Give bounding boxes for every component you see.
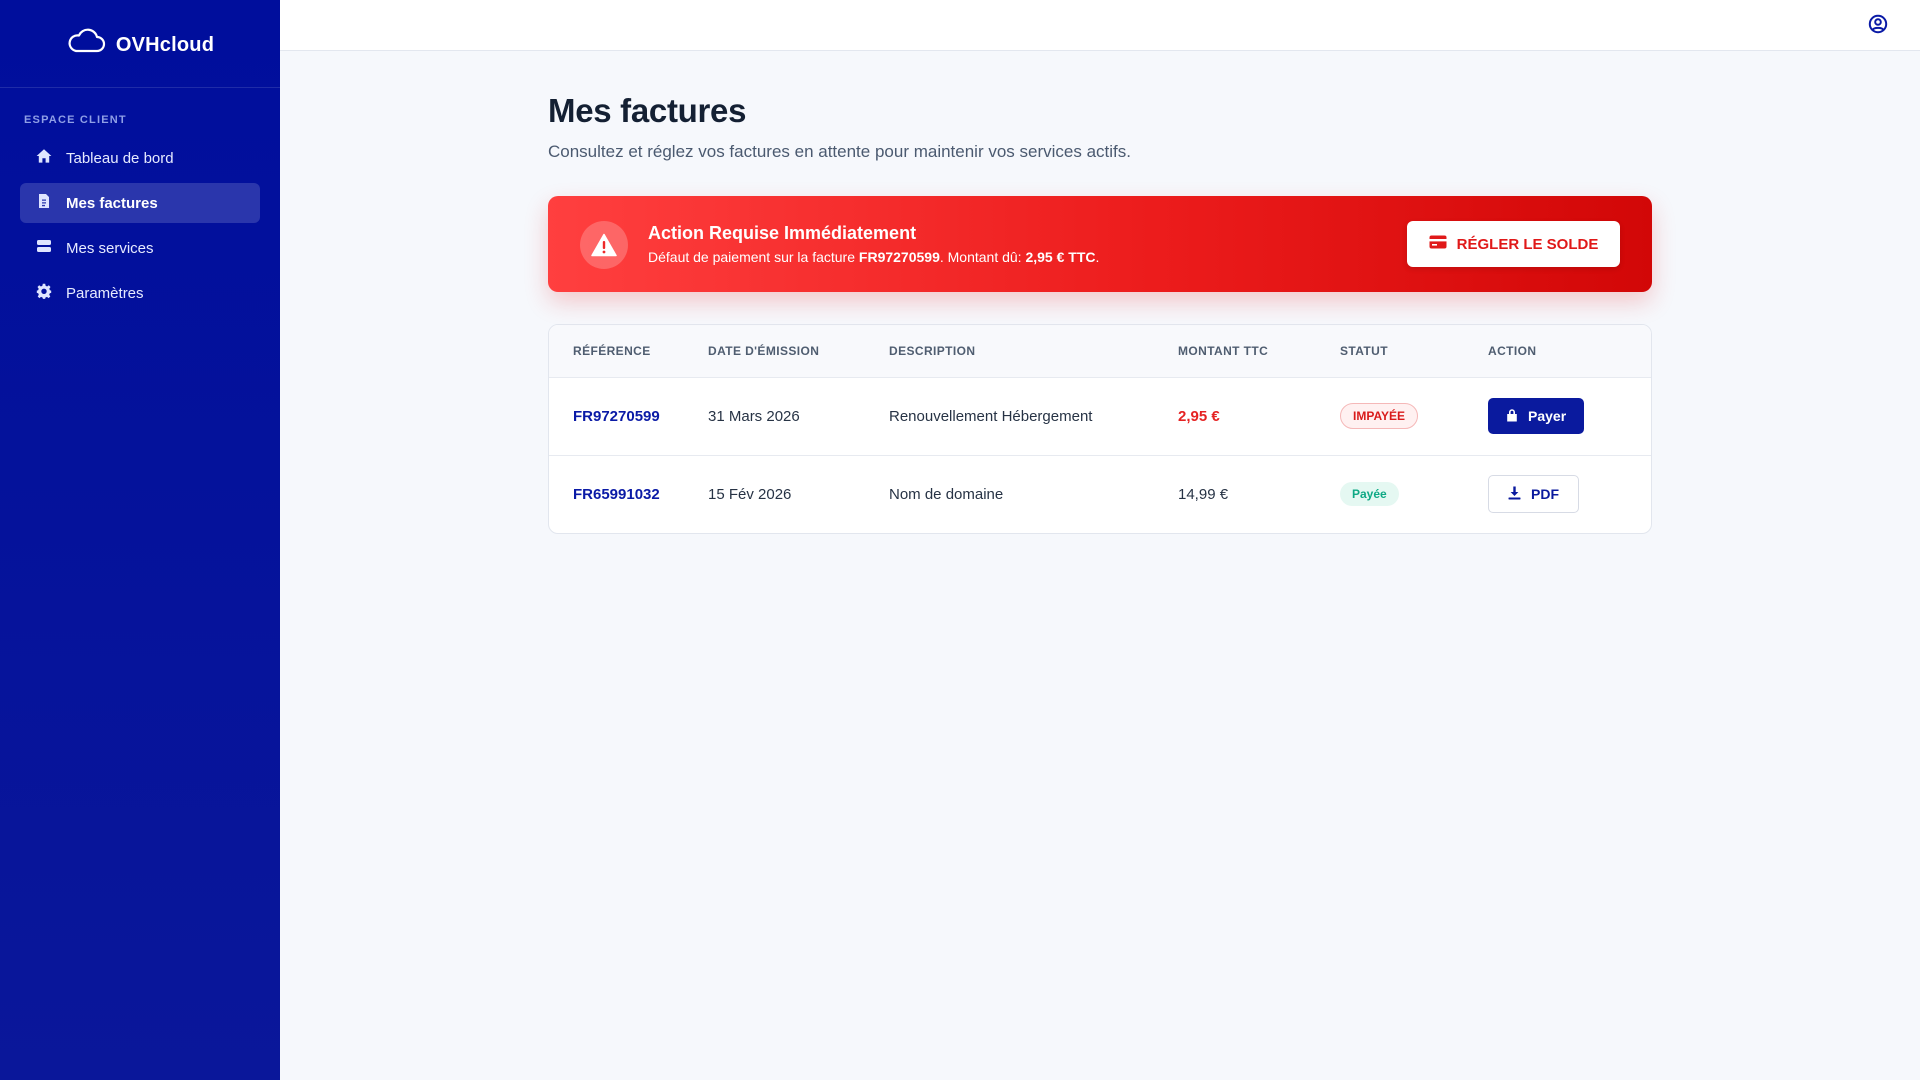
- cloud-icon: [66, 26, 106, 61]
- invoice-description: Renouvellement Hébergement: [889, 377, 1178, 456]
- alert-title: Action Requise Immédiatement: [648, 223, 917, 243]
- sidebar-item-services[interactable]: Mes services: [20, 228, 260, 268]
- download-icon: [1508, 486, 1521, 503]
- alert-amount: 2,95 € TTC: [1025, 249, 1096, 265]
- pay-button-label: Payer: [1528, 408, 1567, 424]
- sidebar-item-label: Tableau de bord: [66, 149, 174, 167]
- gear-icon: [36, 283, 52, 303]
- column-header-status: STATUT: [1340, 325, 1488, 378]
- page-title: Mes factures: [548, 92, 747, 129]
- main-content: Mes factures Consultez et réglez vos fac…: [548, 92, 1652, 534]
- column-header-amount: MONTANT TTC: [1178, 325, 1340, 378]
- payment-alert: Action Requise Immédiatement Défaut de p…: [548, 196, 1652, 292]
- sidebar: OVHcloud ESPACE CLIENT Tableau de bord M…: [0, 0, 280, 1080]
- invoices-table: RÉFÉRENCE DATE D'ÉMISSION DESCRIPTION MO…: [548, 324, 1652, 534]
- warning-icon: [580, 221, 628, 269]
- sidebar-item-label: Mes services: [66, 239, 154, 257]
- top-bar: [280, 0, 1920, 51]
- status-badge: IMPAYÉE: [1340, 403, 1419, 429]
- invoice-icon: [36, 193, 52, 213]
- home-icon: [36, 148, 52, 168]
- alert-message: Défaut de paiement sur la facture FR9727…: [648, 249, 1100, 265]
- invoice-description: Nom de domaine: [889, 485, 1004, 503]
- column-header-action: ACTION: [1488, 325, 1651, 378]
- download-pdf-button[interactable]: PDF: [1488, 475, 1579, 514]
- brand[interactable]: OVHcloud: [0, 0, 280, 88]
- brand-name: OVHcloud: [115, 34, 215, 56]
- table-row: FR97270599 31 Mars 2026 Renouvellement H…: [549, 377, 1651, 456]
- invoice-date: 31 Mars 2026: [708, 377, 889, 456]
- invoice-ref-link[interactable]: FR97270599: [573, 408, 660, 425]
- settle-balance-button[interactable]: RÉGLER LE SOLDE: [1407, 221, 1620, 267]
- sidebar-item-settings[interactable]: Paramètres: [20, 273, 260, 313]
- user-circle-icon[interactable]: [1868, 14, 1888, 34]
- sidebar-item-invoices[interactable]: Mes factures: [20, 183, 260, 223]
- table-row: FR65991032 15 Fév 2026 Nom de domaine 14…: [549, 455, 1651, 533]
- server-icon: [36, 238, 52, 258]
- table-header-row: RÉFÉRENCE DATE D'ÉMISSION DESCRIPTION MO…: [549, 325, 1651, 378]
- invoice-date: 15 Fév 2026: [708, 485, 792, 503]
- settle-balance-label: RÉGLER LE SOLDE: [1456, 235, 1599, 253]
- alert-invoice-ref: FR97270599: [858, 249, 940, 265]
- sidebar-item-dashboard[interactable]: Tableau de bord: [20, 138, 260, 178]
- column-header-date: DATE D'ÉMISSION: [708, 325, 889, 378]
- invoice-amount: 2,95 €: [1178, 407, 1220, 425]
- column-header-reference: RÉFÉRENCE: [549, 325, 708, 378]
- pdf-button-label: PDF: [1531, 486, 1559, 503]
- pay-button[interactable]: Payer: [1488, 398, 1585, 434]
- page-subtitle: Consultez et réglez vos factures en atte…: [548, 142, 1131, 161]
- invoice-ref-link[interactable]: FR65991032: [573, 486, 660, 503]
- status-badge: Payée: [1340, 482, 1399, 507]
- sidebar-nav: Tableau de bord Mes factures Mes service…: [0, 138, 280, 313]
- credit-card-icon: [1429, 235, 1447, 253]
- sidebar-section-label: ESPACE CLIENT: [24, 114, 127, 126]
- lock-icon: [1506, 408, 1518, 425]
- sidebar-item-label: Mes factures: [66, 194, 158, 212]
- sidebar-item-label: Paramètres: [66, 284, 144, 302]
- invoice-amount: 14,99 €: [1178, 485, 1229, 503]
- column-header-description: DESCRIPTION: [889, 325, 1178, 378]
